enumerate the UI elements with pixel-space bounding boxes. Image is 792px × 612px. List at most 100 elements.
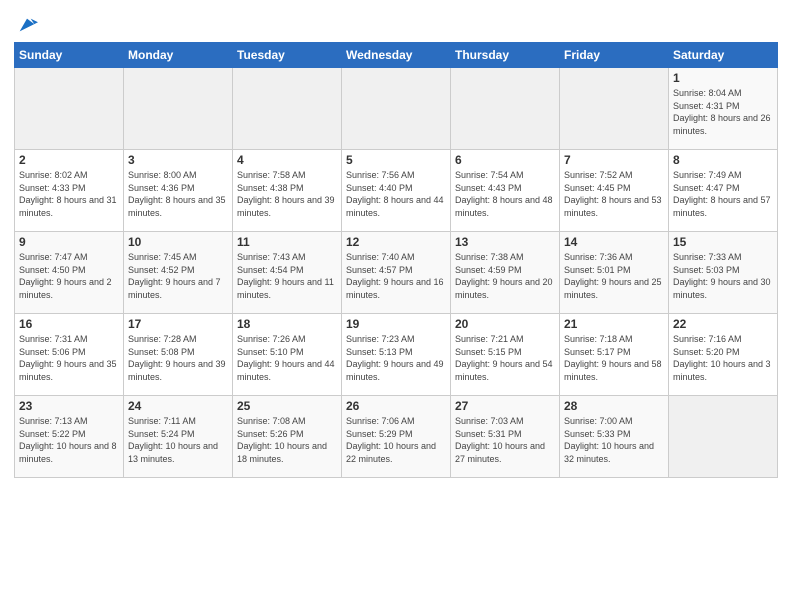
day-number: 19	[346, 317, 446, 331]
day-info: Sunrise: 7:49 AM Sunset: 4:47 PM Dayligh…	[673, 169, 773, 219]
day-info: Sunrise: 7:18 AM Sunset: 5:17 PM Dayligh…	[564, 333, 664, 383]
calendar-cell: 3 Sunrise: 8:00 AM Sunset: 4:36 PM Daylig…	[124, 150, 233, 232]
day-info: Sunrise: 8:02 AM Sunset: 4:33 PM Dayligh…	[19, 169, 119, 219]
day-number: 16	[19, 317, 119, 331]
calendar-cell: 5 Sunrise: 7:56 AM Sunset: 4:40 PM Daylig…	[342, 150, 451, 232]
day-number: 25	[237, 399, 337, 413]
calendar-cell: 9 Sunrise: 7:47 AM Sunset: 4:50 PM Daylig…	[15, 232, 124, 314]
day-number: 11	[237, 235, 337, 249]
day-number: 8	[673, 153, 773, 167]
day-info: Sunrise: 7:08 AM Sunset: 5:26 PM Dayligh…	[237, 415, 337, 465]
calendar-cell: 1 Sunrise: 8:04 AM Sunset: 4:31 PM Daylig…	[669, 68, 778, 150]
page-container: SundayMondayTuesdayWednesdayThursdayFrid…	[0, 0, 792, 488]
day-info: Sunrise: 7:31 AM Sunset: 5:06 PM Dayligh…	[19, 333, 119, 383]
day-number: 6	[455, 153, 555, 167]
weekday-header: Saturday	[669, 43, 778, 68]
day-info: Sunrise: 8:04 AM Sunset: 4:31 PM Dayligh…	[673, 87, 773, 137]
day-number: 13	[455, 235, 555, 249]
calendar-cell	[560, 68, 669, 150]
calendar-week-row: 23 Sunrise: 7:13 AM Sunset: 5:22 PM Dayli…	[15, 396, 778, 478]
page-header	[14, 10, 778, 36]
logo	[14, 14, 38, 36]
weekday-header-row: SundayMondayTuesdayWednesdayThursdayFrid…	[15, 43, 778, 68]
calendar-cell	[451, 68, 560, 150]
calendar-cell: 21 Sunrise: 7:18 AM Sunset: 5:17 PM Dayli…	[560, 314, 669, 396]
calendar-cell: 10 Sunrise: 7:45 AM Sunset: 4:52 PM Dayli…	[124, 232, 233, 314]
calendar-cell: 12Sunrise: 7:40 AM Sunset: 4:57 PM Dayli…	[342, 232, 451, 314]
day-number: 7	[564, 153, 664, 167]
day-number: 28	[564, 399, 664, 413]
day-number: 17	[128, 317, 228, 331]
day-info: Sunrise: 7:47 AM Sunset: 4:50 PM Dayligh…	[19, 251, 119, 301]
weekday-header: Sunday	[15, 43, 124, 68]
day-info: Sunrise: 8:00 AM Sunset: 4:36 PM Dayligh…	[128, 169, 228, 219]
weekday-header: Friday	[560, 43, 669, 68]
day-number: 27	[455, 399, 555, 413]
day-info: Sunrise: 7:21 AM Sunset: 5:15 PM Dayligh…	[455, 333, 555, 383]
day-info: Sunrise: 7:16 AM Sunset: 5:20 PM Dayligh…	[673, 333, 773, 383]
calendar-cell	[124, 68, 233, 150]
calendar-cell: 2 Sunrise: 8:02 AM Sunset: 4:33 PM Daylig…	[15, 150, 124, 232]
weekday-header: Wednesday	[342, 43, 451, 68]
day-info: Sunrise: 7:45 AM Sunset: 4:52 PM Dayligh…	[128, 251, 228, 301]
day-number: 26	[346, 399, 446, 413]
day-number: 4	[237, 153, 337, 167]
calendar-cell: 20 Sunrise: 7:21 AM Sunset: 5:15 PM Dayli…	[451, 314, 560, 396]
day-info: Sunrise: 7:33 AM Sunset: 5:03 PM Dayligh…	[673, 251, 773, 301]
calendar-cell	[233, 68, 342, 150]
calendar-cell: 24 Sunrise: 7:11 AM Sunset: 5:24 PM Dayli…	[124, 396, 233, 478]
day-info: Sunrise: 7:43 AM Sunset: 4:54 PM Dayligh…	[237, 251, 337, 301]
day-number: 24	[128, 399, 228, 413]
calendar-cell: 25 Sunrise: 7:08 AM Sunset: 5:26 PM Dayli…	[233, 396, 342, 478]
calendar-week-row: 9 Sunrise: 7:47 AM Sunset: 4:50 PM Daylig…	[15, 232, 778, 314]
calendar-cell	[669, 396, 778, 478]
day-info: Sunrise: 7:38 AM Sunset: 4:59 PM Dayligh…	[455, 251, 555, 301]
calendar-cell: 4 Sunrise: 7:58 AM Sunset: 4:38 PM Daylig…	[233, 150, 342, 232]
calendar-table: SundayMondayTuesdayWednesdayThursdayFrid…	[14, 42, 778, 478]
calendar-cell: 15 Sunrise: 7:33 AM Sunset: 5:03 PM Dayli…	[669, 232, 778, 314]
day-number: 15	[673, 235, 773, 249]
calendar-cell: 8 Sunrise: 7:49 AM Sunset: 4:47 PM Daylig…	[669, 150, 778, 232]
day-info: Sunrise: 7:36 AM Sunset: 5:01 PM Dayligh…	[564, 251, 664, 301]
calendar-cell: 14 Sunrise: 7:36 AM Sunset: 5:01 PM Dayli…	[560, 232, 669, 314]
weekday-header: Tuesday	[233, 43, 342, 68]
logo-bird-icon	[16, 14, 38, 36]
calendar-cell: 28 Sunrise: 7:00 AM Sunset: 5:33 PM Dayli…	[560, 396, 669, 478]
calendar-cell	[15, 68, 124, 150]
day-number: 10	[128, 235, 228, 249]
calendar-cell: 16 Sunrise: 7:31 AM Sunset: 5:06 PM Dayli…	[15, 314, 124, 396]
calendar-cell: 11 Sunrise: 7:43 AM Sunset: 4:54 PM Dayli…	[233, 232, 342, 314]
day-info: Sunrise: 7:58 AM Sunset: 4:38 PM Dayligh…	[237, 169, 337, 219]
day-number: 9	[19, 235, 119, 249]
weekday-header: Monday	[124, 43, 233, 68]
day-info: Sunrise: 7:26 AM Sunset: 5:10 PM Dayligh…	[237, 333, 337, 383]
calendar-cell: 7 Sunrise: 7:52 AM Sunset: 4:45 PM Daylig…	[560, 150, 669, 232]
day-info: Sunrise: 7:11 AM Sunset: 5:24 PM Dayligh…	[128, 415, 228, 465]
day-info: Sunrise: 7:56 AM Sunset: 4:40 PM Dayligh…	[346, 169, 446, 219]
day-number: 2	[19, 153, 119, 167]
day-number: 20	[455, 317, 555, 331]
calendar-cell: 13 Sunrise: 7:38 AM Sunset: 4:59 PM Dayli…	[451, 232, 560, 314]
calendar-cell: 26 Sunrise: 7:06 AM Sunset: 5:29 PM Dayli…	[342, 396, 451, 478]
calendar-cell: 23 Sunrise: 7:13 AM Sunset: 5:22 PM Dayli…	[15, 396, 124, 478]
day-number: 5	[346, 153, 446, 167]
calendar-cell	[342, 68, 451, 150]
day-info: Sunrise: 7:00 AM Sunset: 5:33 PM Dayligh…	[564, 415, 664, 465]
day-info: Sunrise: 7:52 AM Sunset: 4:45 PM Dayligh…	[564, 169, 664, 219]
day-number: 21	[564, 317, 664, 331]
day-info: Sunrise: 7:06 AM Sunset: 5:29 PM Dayligh…	[346, 415, 446, 465]
day-number: 3	[128, 153, 228, 167]
day-number: 18	[237, 317, 337, 331]
calendar-week-row: 2 Sunrise: 8:02 AM Sunset: 4:33 PM Daylig…	[15, 150, 778, 232]
day-number: 1	[673, 71, 773, 85]
day-info: Sunrise: 7:40 AM Sunset: 4:57 PM Dayligh…	[346, 251, 446, 301]
day-info: Sunrise: 7:13 AM Sunset: 5:22 PM Dayligh…	[19, 415, 119, 465]
calendar-cell: 18 Sunrise: 7:26 AM Sunset: 5:10 PM Dayli…	[233, 314, 342, 396]
calendar-week-row: 16 Sunrise: 7:31 AM Sunset: 5:06 PM Dayli…	[15, 314, 778, 396]
weekday-header: Thursday	[451, 43, 560, 68]
day-number: 23	[19, 399, 119, 413]
calendar-cell: 17 Sunrise: 7:28 AM Sunset: 5:08 PM Dayli…	[124, 314, 233, 396]
day-info: Sunrise: 7:03 AM Sunset: 5:31 PM Dayligh…	[455, 415, 555, 465]
day-number: 14	[564, 235, 664, 249]
day-info: Sunrise: 7:28 AM Sunset: 5:08 PM Dayligh…	[128, 333, 228, 383]
